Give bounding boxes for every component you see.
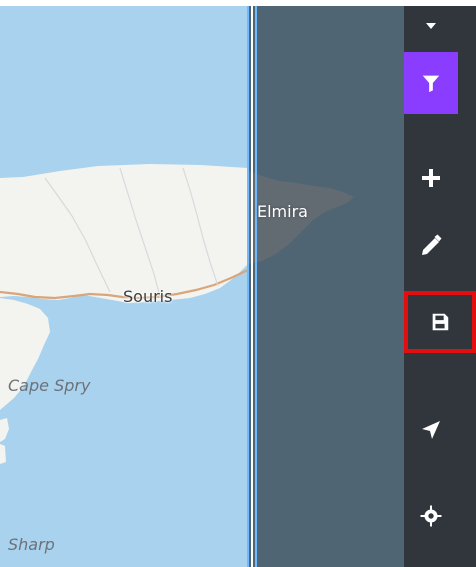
collapse-button[interactable] — [404, 6, 458, 46]
label-sharp: Sharp — [8, 535, 55, 554]
save-button[interactable] — [404, 291, 476, 353]
label-cape-spry: Cape Spry — [8, 376, 91, 395]
label-elmira: Elmira — [257, 202, 308, 221]
chevron-down-icon — [426, 23, 436, 29]
water-right — [248, 6, 404, 567]
label-souris: Souris — [123, 287, 173, 306]
locate-button[interactable] — [404, 485, 458, 547]
filter-icon — [422, 75, 440, 93]
navigation-arrow-icon — [422, 421, 440, 439]
add-button[interactable] — [404, 147, 458, 209]
edit-button[interactable] — [404, 215, 458, 277]
navigate-button[interactable] — [404, 399, 458, 461]
map-screen: Elmira Souris Cape Spry Sharp — [0, 0, 476, 567]
landmass-left — [0, 164, 248, 303]
filter-button[interactable] — [404, 52, 458, 114]
pencil-icon — [422, 234, 442, 255]
crosshair-icon — [420, 505, 442, 527]
map-view[interactable]: Elmira Souris Cape Spry Sharp — [0, 6, 404, 567]
plus-icon — [422, 169, 440, 187]
save-icon — [432, 313, 449, 331]
map-toolbar — [404, 6, 476, 567]
map-canvas[interactable] — [0, 6, 404, 567]
